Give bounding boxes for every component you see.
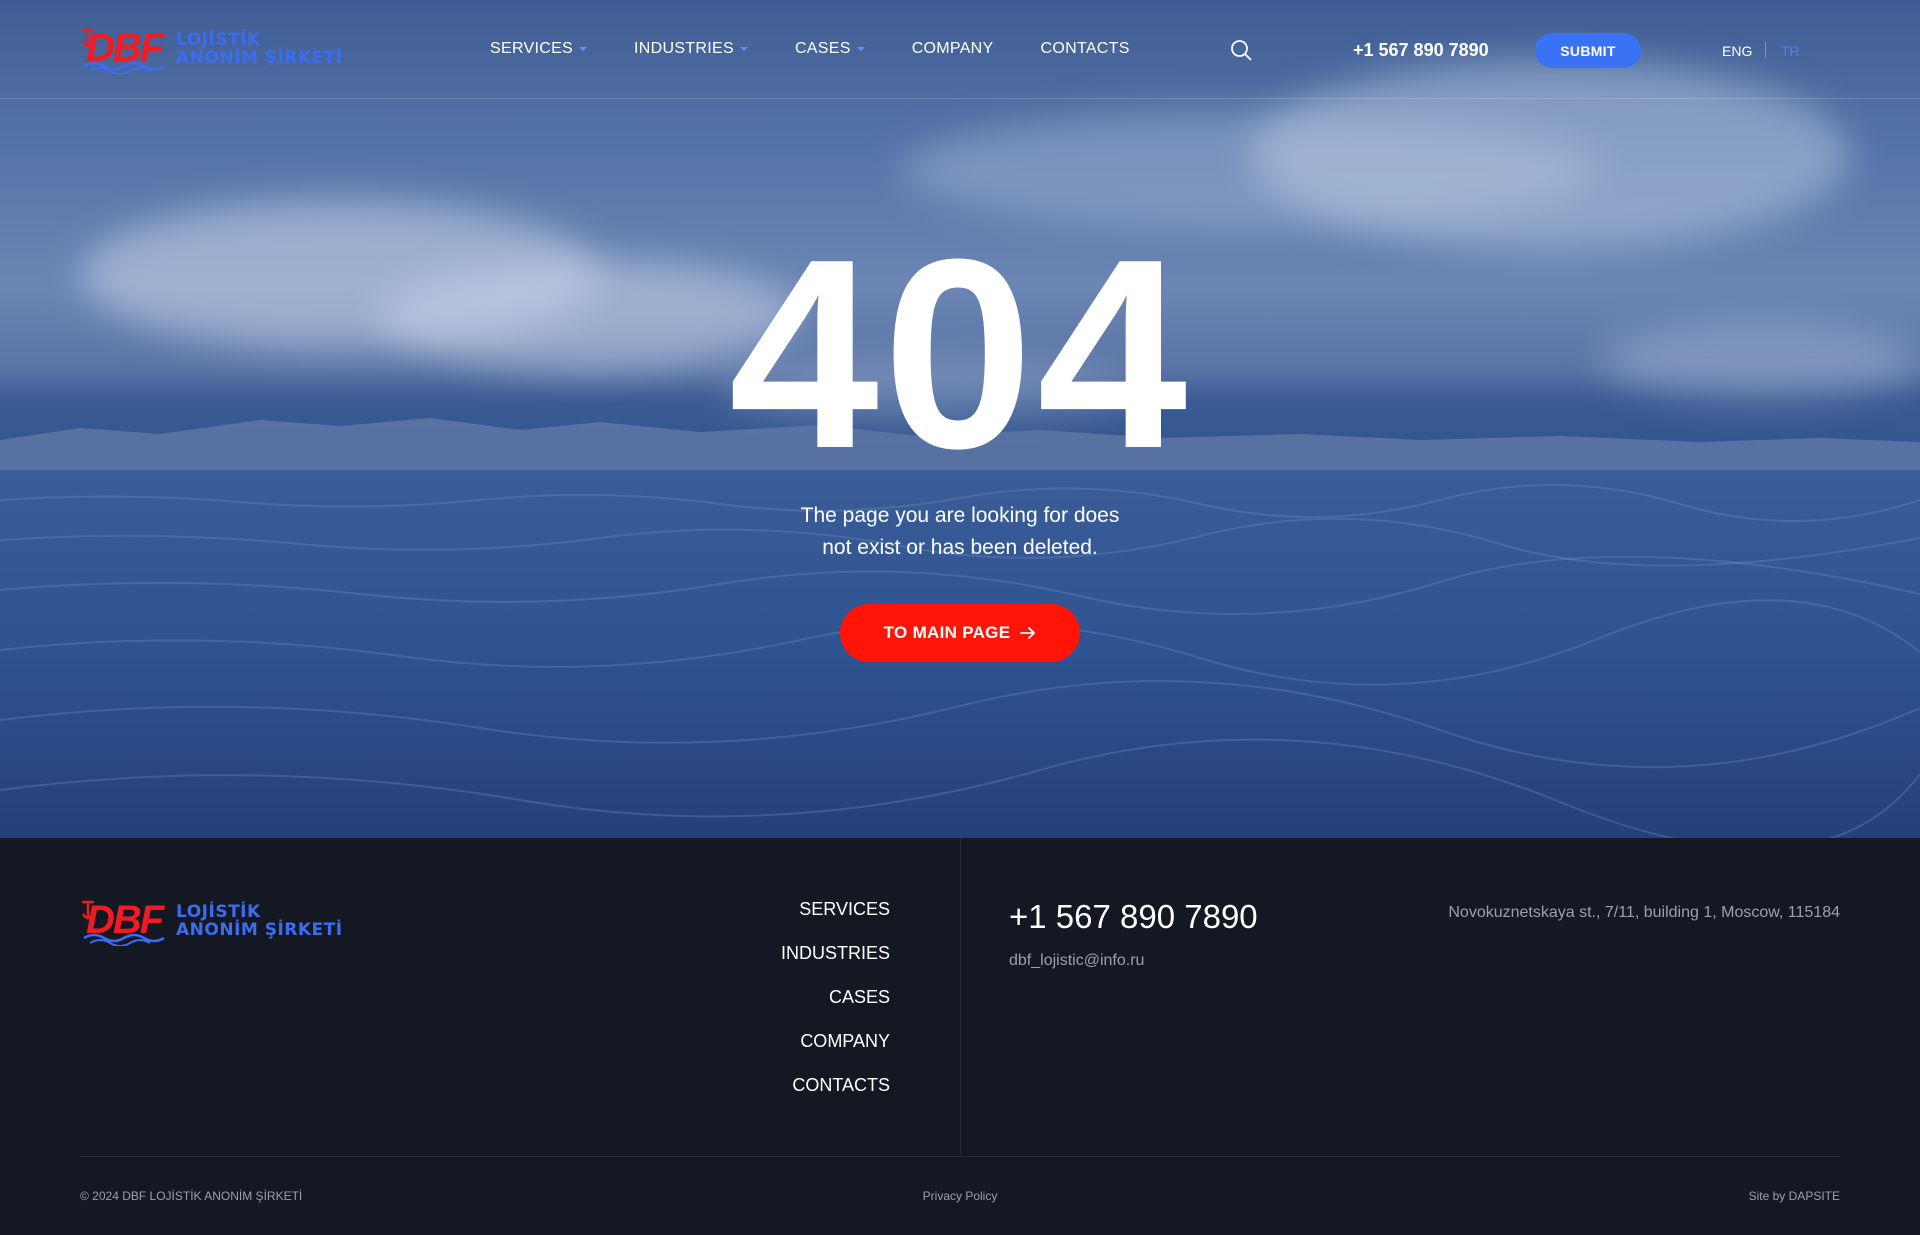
- logo-mark-text: DBF: [86, 898, 164, 942]
- hero-section: 404 The page you are looking for does no…: [0, 0, 1920, 838]
- nav-item-company[interactable]: COMPANY: [912, 40, 994, 58]
- logo-line: ANONİM ŞİRKETİ: [176, 920, 343, 940]
- logo-text: LOJİSTİK ANONİM ŞİRKETİ: [176, 903, 343, 939]
- main-nav: SERVICES INDUSTRIES CASES COMPANY CONTAC…: [490, 40, 1177, 58]
- error-message-line: The page you are looking for does: [800, 504, 1120, 527]
- logo-mark-text: DBF: [86, 26, 164, 70]
- error-message: The page you are looking for does not ex…: [760, 500, 1160, 564]
- header-phone-link[interactable]: +1 567 890 7890: [1353, 40, 1489, 61]
- nav-item-cases[interactable]: CASES: [795, 40, 865, 58]
- nav-item-services[interactable]: SERVICES: [490, 40, 588, 58]
- site-header: DBF LOJİSTİK ANONİM ŞİRKETİ SERVICES IND…: [0, 0, 1920, 99]
- logo-mark: DBF: [80, 24, 172, 74]
- logo-text: LOJİSTİK ANONİM ŞİRKETİ: [176, 31, 343, 67]
- site-by-link[interactable]: Site by DAPSITE: [1749, 1189, 1840, 1203]
- footer-email-link[interactable]: dbf_lojistic@info.ru: [1009, 952, 1144, 970]
- footer-nav-services[interactable]: SERVICES: [781, 898, 890, 921]
- nav-item-contacts[interactable]: CONTACTS: [1041, 40, 1130, 58]
- to-main-page-label: TO MAIN PAGE: [883, 623, 1011, 642]
- nav-item-label: COMPANY: [911, 40, 994, 57]
- footer-nav: SERVICES INDUSTRIES CASES COMPANY CONTAC…: [781, 898, 890, 1118]
- error-code: 404: [728, 204, 1192, 505]
- lang-tr[interactable]: TR: [1781, 43, 1800, 59]
- caret-down-icon: [579, 47, 588, 51]
- to-main-page-button[interactable]: TO MAIN PAGE: [840, 604, 1080, 662]
- logo-line: LOJİSTİK: [176, 902, 261, 922]
- footer-nav-contacts[interactable]: CONTACTS: [781, 1074, 890, 1097]
- nav-item-label: CONTACTS: [1040, 40, 1130, 57]
- search-icon[interactable]: [1230, 39, 1252, 61]
- logo-line: ANONİM ŞİRKETİ: [176, 48, 343, 68]
- arrow-right-icon: [1020, 627, 1036, 639]
- error-message-line: not exist or has been deleted.: [822, 536, 1098, 559]
- caret-down-icon: [856, 47, 865, 51]
- lang-divider: [1765, 42, 1766, 58]
- logo-mark: DBF: [80, 896, 172, 946]
- footer-nav-company[interactable]: COMPANY: [781, 1030, 890, 1053]
- nav-item-industries[interactable]: INDUSTRIES: [634, 40, 748, 58]
- nav-item-label: INDUSTRIES: [634, 40, 734, 57]
- caret-down-icon: [739, 47, 748, 51]
- submit-button[interactable]: SUBMIT: [1535, 33, 1641, 68]
- footer-nav-cases[interactable]: CASES: [781, 986, 890, 1009]
- footer-vertical-divider: [960, 838, 961, 1156]
- logo[interactable]: DBF LOJİSTİK ANONİM ŞİRKETİ: [80, 24, 343, 74]
- footer-logo[interactable]: DBF LOJİSTİK ANONİM ŞİRKETİ: [80, 896, 343, 946]
- nav-item-label: SERVICES: [490, 40, 574, 57]
- privacy-policy-link[interactable]: Privacy Policy: [923, 1189, 998, 1203]
- footer-phone-link[interactable]: +1 567 890 7890: [1009, 898, 1258, 936]
- footer-nav-industries[interactable]: INDUSTRIES: [781, 942, 890, 965]
- logo-line: LOJİSTİK: [176, 30, 261, 50]
- site-footer: DBF LOJİSTİK ANONİM ŞİRKETİ SERVICES IND…: [0, 838, 1920, 1235]
- footer-address: Novokuznetskaya st., 7/11, building 1, M…: [1448, 904, 1840, 921]
- footer-horizontal-divider: [80, 1156, 1840, 1157]
- nav-item-label: CASES: [794, 40, 851, 57]
- copyright: © 2024 DBF LOJİSTİK ANONİM ŞİRKETİ: [80, 1189, 303, 1203]
- lang-eng[interactable]: ENG: [1722, 43, 1752, 59]
